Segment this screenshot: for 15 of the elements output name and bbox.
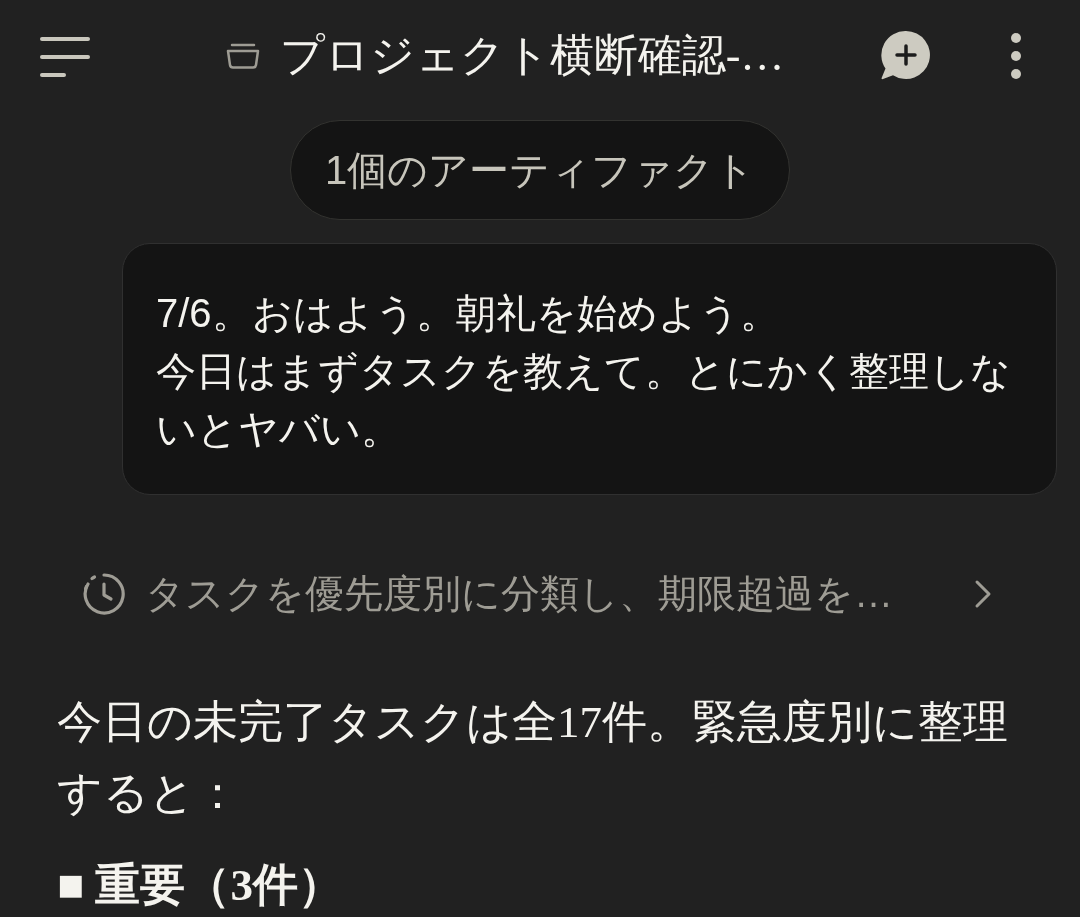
chat-plus-icon: [880, 30, 932, 82]
message-text: 今日はまずタスクを教えて。とにかく整理しないとヤバい。: [156, 348, 1012, 453]
artifacts-pill[interactable]: 1個のアーティファクト: [289, 120, 791, 220]
menu-icon: [40, 37, 90, 77]
new-chat-button[interactable]: [880, 30, 932, 82]
folder-icon: [225, 43, 260, 69]
more-icon: [1010, 32, 1022, 80]
message-text: 7/6。おはよう。朝礼を始めよう。: [156, 290, 781, 337]
section-heading: ■ 重要（3件）: [57, 859, 344, 912]
more-options-button[interactable]: [1010, 32, 1022, 80]
thinking-summary-button[interactable]: タスクを優先度別に分類し、期限超過を…: [82, 563, 992, 625]
menu-button[interactable]: [40, 35, 90, 77]
response-paragraph: 今日の未完了タスクは全17件。緊急度別に整理すると：: [57, 696, 1009, 820]
clock-icon: [82, 572, 126, 616]
chat-title[interactable]: プロジェクト横断確認-…: [279, 28, 785, 84]
